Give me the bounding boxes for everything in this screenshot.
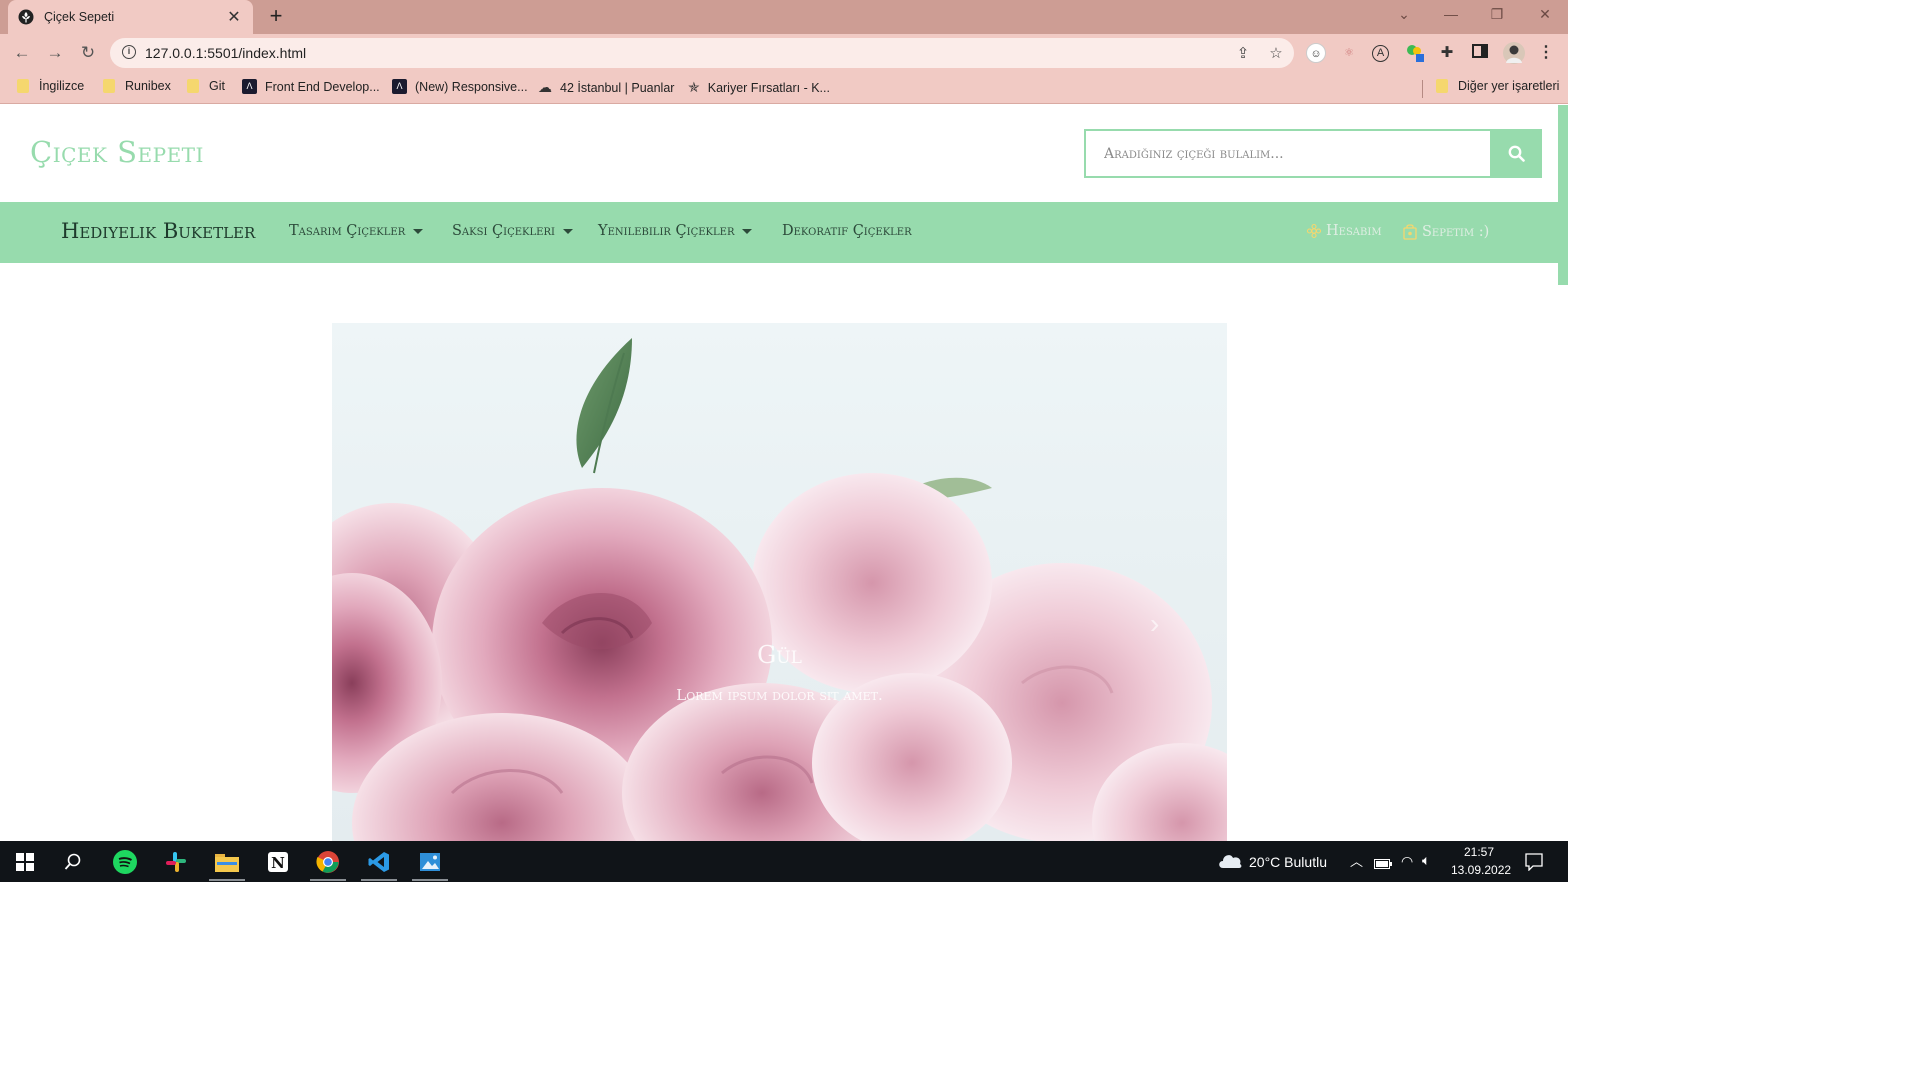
carousel-caption-text: Lorem ipsum dolor sit amet. [676,686,883,704]
chrome-icon[interactable] [306,841,350,882]
profile-avatar[interactable] [1503,42,1525,64]
forward-icon[interactable]: → [44,42,66,64]
cart-link[interactable]: Sepetim :) [1402,223,1489,240]
notion-icon[interactable]: N [256,841,300,882]
bookmark-item[interactable]: Λ Front End Develop... [242,79,380,94]
main-navbar: Hediyelik Buketler Tasarım Çiçekler Saks… [0,202,1558,263]
battery-icon[interactable] [1374,856,1392,874]
tab-title: Çiçek Sepeti [44,10,115,24]
restore-icon[interactable]: ❐ [1486,6,1508,23]
bookmark-item[interactable]: İngilizce [17,79,84,93]
hero-carousel[interactable]: › Gül Lorem ipsum dolor sit amet. [332,323,1227,841]
browser-tab[interactable]: Çiçek Sepeti ✕ [8,0,253,34]
carousel-next-icon[interactable]: › [1150,608,1159,640]
nav-yenilebilir-cicekler[interactable]: Yenilebilir Çiçekler [598,223,753,239]
bookmark-item[interactable]: ☁ 42 İstanbul | Puanlar [538,79,674,96]
wifi-icon[interactable]: ◠ [1401,853,1413,870]
extensions-puzzle-icon[interactable]: ✚ [1437,43,1457,63]
browser-titlebar: Çiçek Sepeti ✕ + ⌄ — ❐ ✕ [0,0,1568,34]
vscode-icon[interactable] [357,841,401,882]
rose-bouquet-image [332,338,1227,841]
bookmarks-divider [1422,80,1423,98]
tab-search-icon[interactable]: ⌄ [1393,6,1415,23]
window-close-icon[interactable]: ✕ [1534,6,1556,23]
tab-close-icon[interactable]: ✕ [225,7,243,27]
bookmark-item[interactable]: Git [187,79,225,93]
chevron-up-icon[interactable]: ︿ [1350,851,1363,870]
windows-start-icon[interactable] [3,841,47,882]
bookmark-item[interactable]: Λ (New) Responsive... [392,79,528,94]
slack-icon[interactable] [154,841,198,882]
extension-face-icon[interactable]: ☺ [1306,43,1326,63]
nav-dekoratif-cicekler[interactable]: Dekoratif Çiçekler [782,223,912,239]
extension-colorful-icon[interactable] [1405,43,1425,63]
site-info-icon[interactable]: i [122,45,136,59]
frontend-site-icon: Λ [242,79,257,94]
account-link[interactable]: Hesabım [1306,223,1382,239]
folder-icon [17,79,29,93]
folder-icon [1436,79,1448,93]
share-icon[interactable]: ⇪ [1234,44,1252,62]
search-icon [1508,145,1525,162]
caret-down-icon [413,228,424,234]
search-field[interactable] [1084,129,1492,178]
bookmark-item[interactable]: ✯ Kariyer Fırsatları - K... [688,79,830,96]
bookmark-star-icon[interactable]: ☆ [1267,44,1285,62]
spotify-icon[interactable] [103,841,147,882]
minimize-icon[interactable]: — [1440,6,1462,22]
shopping-bag-icon [1403,224,1417,240]
career-star-icon: ✯ [688,79,700,95]
volume-icon[interactable]: 🔈︎ [1422,852,1430,869]
bookmark-item[interactable]: Runibex [103,79,171,93]
back-icon[interactable]: ← [11,42,33,64]
search-input[interactable] [1086,131,1490,176]
svg-text:N: N [271,854,285,872]
caret-down-icon [562,228,573,234]
notification-icon[interactable] [1525,853,1543,876]
reload-icon[interactable]: ↻ [77,42,99,64]
folder-icon [103,79,115,93]
search-icon[interactable] [51,841,95,882]
other-bookmarks[interactable]: Diğer yer işaretleri [1436,79,1559,93]
bookmarks-bar: İngilizce Runibex Git Λ Front End Develo… [0,72,1568,104]
react-devtools-icon[interactable]: ⚛ [1339,43,1359,63]
caret-down-icon [742,228,753,234]
nav-tasarim-cicekler[interactable]: Tasarım Çiçekler [289,223,424,239]
weather-text[interactable]: 20°C Bulutlu [1249,854,1327,870]
frontend-site-icon: Λ [392,79,407,94]
file-explorer-icon[interactable] [205,841,249,882]
nav-saksi-cicekleri[interactable]: Saksı Çiçekleri [452,223,573,239]
side-panel-icon[interactable] [1470,43,1490,63]
search-button[interactable] [1491,129,1542,178]
page-scrollbar[interactable] [1558,105,1568,841]
42-istanbul-icon: ☁ [538,79,552,95]
cloud-icon[interactable] [1217,851,1243,874]
browser-menu-icon[interactable]: ⋮ [1536,43,1556,63]
flower-icon [18,9,34,25]
site-logo[interactable]: Çiçek Sepeti [30,135,204,169]
nav-brand[interactable]: Hediyelik Buketler [61,219,255,243]
carousel-caption-title: Gül [757,641,802,669]
web-page: Çiçek Sepeti Hediyelik Buketler Tasarım … [0,105,1568,841]
url-text[interactable]: 127.0.0.1:5501/index.html [145,45,306,61]
photos-icon[interactable] [408,841,452,882]
flower-account-icon [1306,223,1322,239]
new-tab-icon[interactable]: + [265,5,287,27]
browser-toolbar: ← → ↻ i 127.0.0.1:5501/index.html ⇪ ☆ ☺ … [0,34,1568,72]
windows-taskbar: N 20°C Bulutlu ︿ ◠ 🔈︎ 21:57 13.09.2022 [0,841,1568,882]
clock-time[interactable]: 21:57 [1464,845,1494,859]
extension-a-icon[interactable]: A [1372,45,1389,62]
folder-icon [187,79,199,93]
scrollbar-thumb[interactable] [1558,105,1568,285]
clock-date[interactable]: 13.09.2022 [1451,863,1511,877]
address-bar[interactable]: i 127.0.0.1:5501/index.html ⇪ ☆ [110,38,1294,68]
